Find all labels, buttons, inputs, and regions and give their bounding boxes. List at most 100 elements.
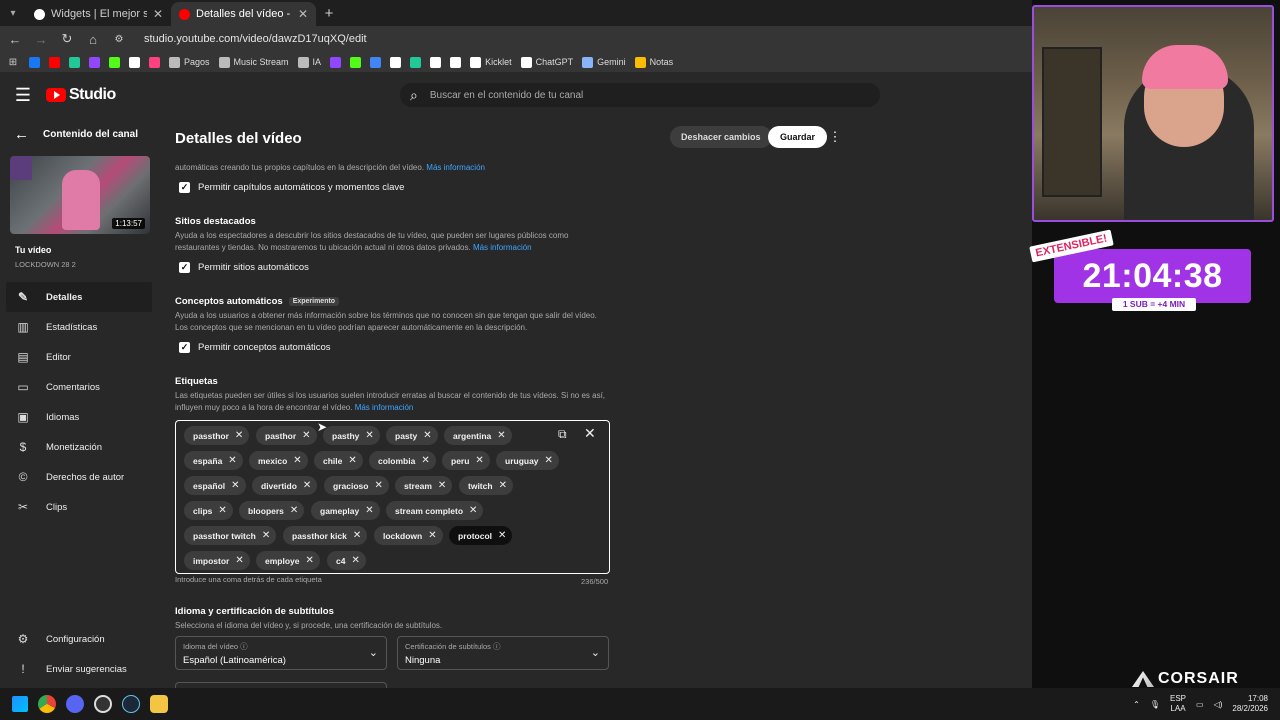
remove-tag-icon[interactable]: ✕ [235, 430, 243, 441]
remove-tag-icon[interactable]: ✕ [262, 530, 270, 541]
remove-tag-icon[interactable]: ✕ [545, 455, 553, 466]
subtitle-certification-select[interactable]: Certificación de subtítulos ⓘ Ninguna ⌄ [397, 636, 609, 670]
tag-chip[interactable]: bloopers ✕ [239, 501, 305, 520]
save-button[interactable]: Guardar [768, 126, 828, 148]
tag-chip[interactable]: pasty ✕ [386, 426, 438, 445]
remove-tag-icon[interactable]: ✕ [421, 455, 429, 466]
tag-chip[interactable]: stream completo ✕ [386, 501, 484, 520]
bookmark-item[interactable] [69, 56, 80, 68]
tab-youtube-studio[interactable]: Detalles del vídeo - YouTube St ✕ [171, 2, 316, 26]
bookmark-item[interactable]: Music Stream [218, 56, 289, 68]
sidebar-item-enviar-sugerencias[interactable]: ! Enviar sugerencias [6, 654, 152, 684]
clear-tags-icon[interactable]: ✕ [584, 425, 596, 442]
remove-tag-icon[interactable]: ✕ [498, 530, 506, 541]
bookmark-item[interactable]: Pagos [169, 56, 210, 68]
windows-start-icon[interactable] [12, 696, 28, 712]
bookmark-item[interactable] [109, 56, 120, 68]
apps-icon[interactable]: ⊞ [6, 57, 20, 68]
sidebar-item-clips[interactable]: ✂ Clips [6, 492, 152, 522]
bookmark-item[interactable]: Notas [634, 56, 673, 68]
tag-chip[interactable]: argentina ✕ [444, 426, 512, 445]
file-explorer-icon[interactable] [150, 695, 168, 713]
tag-chip[interactable]: colombia ✕ [369, 451, 436, 470]
bookmark-item[interactable]: IA [297, 56, 321, 68]
tag-chip[interactable]: divertido ✕ [252, 476, 318, 495]
remove-tag-icon[interactable]: ✕ [374, 480, 382, 491]
tag-chip[interactable]: protocol ✕ [449, 526, 513, 545]
tab-close-icon[interactable]: ✕ [153, 7, 163, 21]
chevron-up-icon[interactable]: ⌃ [1133, 700, 1140, 709]
bookmark-item[interactable] [430, 56, 442, 68]
tab-widgets[interactable]: Widgets | El mejor software pa ✕ [26, 2, 171, 26]
remove-tag-icon[interactable]: ✕ [428, 530, 436, 541]
sidebar-item-configuración[interactable]: ⚙ Configuración [6, 624, 152, 654]
remove-tag-icon[interactable]: ✕ [228, 455, 236, 466]
more-info-link[interactable]: Más información [473, 243, 532, 252]
help-icon[interactable]: ⓘ [493, 642, 501, 651]
discord-icon[interactable] [66, 695, 84, 713]
network-icon[interactable]: ▭ [1196, 700, 1204, 709]
bookmark-item[interactable] [89, 56, 100, 68]
bookmark-item[interactable] [29, 56, 40, 68]
tag-chip[interactable]: passthor ✕ [184, 426, 250, 445]
remove-tag-icon[interactable]: ✕ [365, 430, 373, 441]
reload-icon[interactable]: ↻ [60, 31, 74, 47]
tag-chip[interactable]: c4 ✕ [327, 551, 366, 570]
remove-tag-icon[interactable]: ✕ [497, 430, 505, 441]
tab-close-icon[interactable]: ✕ [298, 7, 308, 21]
remove-tag-icon[interactable]: ✕ [351, 555, 359, 566]
remove-tag-icon[interactable]: ✕ [235, 555, 243, 566]
clock[interactable]: 17:08 28/2/2026 [1232, 694, 1268, 714]
remove-tag-icon[interactable]: ✕ [302, 430, 310, 441]
remove-tag-icon[interactable]: ✕ [438, 480, 446, 491]
chapters-checkbox[interactable]: ✓ [179, 182, 190, 193]
tag-chip[interactable]: impostor ✕ [184, 551, 250, 570]
bookmark-item[interactable] [330, 56, 342, 68]
bookmark-item[interactable]: Kicklet [470, 56, 512, 68]
places-checkbox[interactable]: ✓ [179, 262, 190, 273]
obs-icon[interactable] [94, 695, 112, 713]
help-icon[interactable]: ⓘ [240, 642, 248, 651]
sidebar-item-idiomas[interactable]: ▣ Idiomas [6, 402, 152, 432]
chrome-icon[interactable] [38, 695, 56, 713]
tag-chip[interactable]: mexico ✕ [249, 451, 308, 470]
forward-icon[interactable]: → [34, 32, 48, 47]
bookmark-item[interactable] [350, 56, 362, 68]
tag-chip[interactable]: employe ✕ [256, 551, 320, 570]
volume-icon[interactable]: ◁) [1214, 700, 1223, 709]
remove-tag-icon[interactable]: ✕ [218, 505, 226, 516]
more-info-link[interactable]: Más información [426, 163, 485, 172]
bookmark-item[interactable] [410, 56, 422, 68]
bookmark-item[interactable] [450, 56, 462, 68]
sidebar-item-detalles[interactable]: ✎ Detalles [6, 282, 152, 312]
copy-tags-icon[interactable]: ⧉ [558, 427, 567, 442]
sidebar-item-derechos-de-autor[interactable]: © Derechos de autor [6, 462, 152, 492]
sidebar-item-comentarios[interactable]: ▭ Comentarios [6, 372, 152, 402]
remove-tag-icon[interactable]: ✕ [499, 480, 507, 491]
tag-chip[interactable]: gameplay ✕ [311, 501, 380, 520]
tab-search-icon[interactable]: ▾ [0, 0, 26, 26]
remove-tag-icon[interactable]: ✕ [306, 555, 314, 566]
tag-chip[interactable]: pasthor ✕ [256, 426, 317, 445]
tag-chip[interactable]: gracioso ✕ [324, 476, 389, 495]
sidebar-item-editor[interactable]: ▤ Editor [6, 342, 152, 372]
tag-chip[interactable]: uruguay ✕ [496, 451, 559, 470]
tag-chip[interactable]: stream ✕ [395, 476, 453, 495]
bookmark-item[interactable]: ChatGPT [520, 56, 573, 68]
remove-tag-icon[interactable]: ✕ [303, 480, 311, 491]
bookmark-item[interactable]: Gemini [582, 56, 626, 68]
tag-chip[interactable]: passthor kick ✕ [283, 526, 368, 545]
menu-icon[interactable]: ☰ [0, 85, 46, 106]
bookmark-item[interactable] [49, 56, 60, 68]
places-checkbox-row[interactable]: ✓ Permitir sitios automáticos [179, 262, 309, 273]
tag-chip[interactable]: lockdown ✕ [374, 526, 443, 545]
tag-chip[interactable]: twitch ✕ [459, 476, 513, 495]
remove-tag-icon[interactable]: ✕ [365, 505, 373, 516]
more-info-link[interactable]: Más información [355, 403, 414, 412]
new-tab-icon[interactable]: + [316, 2, 342, 26]
microphone-icon[interactable]: 🎙 [1150, 700, 1160, 709]
bookmark-item[interactable] [129, 56, 140, 68]
tag-chip[interactable]: españa ✕ [184, 451, 243, 470]
remove-tag-icon[interactable]: ✕ [475, 455, 483, 466]
remove-tag-icon[interactable]: ✕ [469, 505, 477, 516]
